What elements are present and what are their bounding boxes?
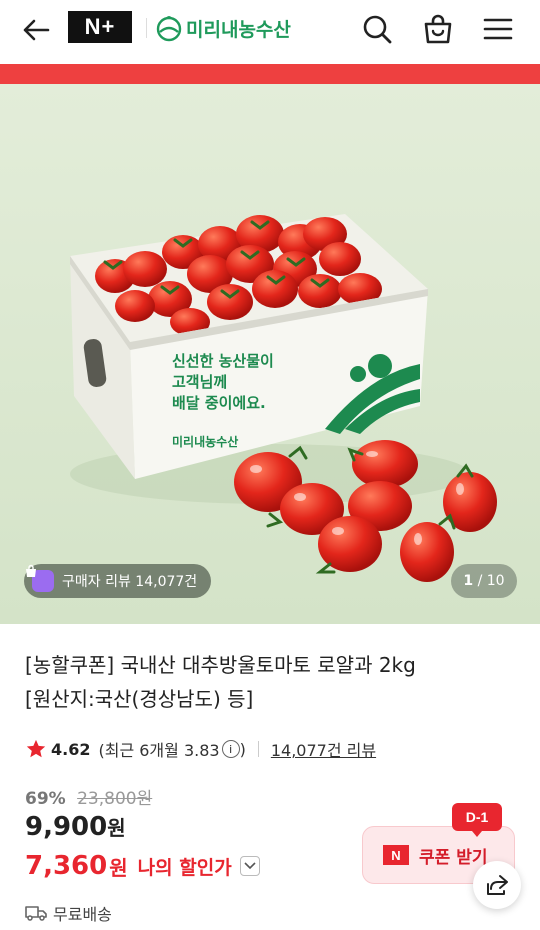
shipping-label: 무료배송 bbox=[53, 905, 112, 924]
rating-divider bbox=[257, 741, 259, 757]
rating-value: 4.62 bbox=[51, 739, 91, 759]
sale-price: 9,900원 bbox=[25, 812, 126, 842]
truck-icon bbox=[25, 906, 47, 921]
search-icon[interactable] bbox=[358, 10, 396, 48]
info-icon[interactable]: i bbox=[221, 740, 240, 758]
share-button[interactable] bbox=[473, 861, 521, 909]
shopping-bag-icon bbox=[26, 564, 54, 592]
star-icon bbox=[26, 739, 46, 758]
rating-row: 4.62 (최근 6개월 3.83 i ) 14,077건 리뷰 bbox=[25, 735, 376, 763]
back-arrow-icon[interactable] bbox=[18, 12, 54, 48]
my-discount-price-unit: 원 bbox=[109, 855, 128, 880]
top-navigation-bar: N+ 미리내농수산 bbox=[0, 0, 540, 62]
promo-banner-strip[interactable] bbox=[0, 64, 540, 84]
store-name[interactable]: 미리내농수산 bbox=[186, 15, 291, 42]
recent-rating-prefix: (최근 6개월 3.83 bbox=[98, 741, 220, 760]
discount-percent: 69% bbox=[25, 789, 66, 809]
share-icon bbox=[487, 875, 508, 895]
total-image-count: 10 bbox=[486, 573, 505, 589]
chevron-down-icon[interactable] bbox=[239, 856, 260, 876]
review-count-link[interactable]: 14,077건 리뷰 bbox=[271, 737, 376, 761]
header-divider bbox=[146, 18, 147, 38]
box-print-brand: 미리내농수산 bbox=[172, 434, 238, 449]
buyer-review-count-pill[interactable]: 구매자 리뷰 14,077건 bbox=[24, 564, 212, 598]
review-pill-label: 구매자 리뷰 14,077건 bbox=[62, 574, 198, 590]
product-title: [농할쿠폰] 국내산 대추방울토마토 로얄과 2kg [원산지:국산(경상남도)… bbox=[25, 648, 525, 716]
hamburger-menu-icon[interactable] bbox=[479, 10, 517, 48]
product-photo: 신선한 농산물이 고객님께 배달 중이에요. 미리내농수산 bbox=[0, 84, 540, 624]
box-print-line-2: 고객님께 bbox=[172, 373, 227, 391]
sale-price-unit: 원 bbox=[107, 816, 126, 840]
coupon-button-label: 쿠폰 받기 bbox=[419, 847, 488, 868]
shipping-info: 무료배송 bbox=[25, 901, 112, 925]
shopping-bag-icon[interactable] bbox=[419, 10, 457, 48]
store-logo-icon[interactable] bbox=[156, 12, 182, 44]
discount-row: 69% 23,800원 bbox=[25, 784, 152, 809]
recent-rating-suffix: ) bbox=[239, 739, 246, 759]
my-discount-price-row[interactable]: 7,360 원 나의 할인가 bbox=[25, 851, 260, 881]
d-day-badge: D-1 bbox=[452, 803, 502, 837]
image-page-indicator: 1 / 10 bbox=[451, 564, 517, 598]
product-title-line-2: [원산지:국산(경상남도) 등] bbox=[25, 687, 254, 711]
box-print-line-1: 신선한 농산물이 bbox=[172, 352, 274, 370]
original-price: 23,800원 bbox=[77, 789, 153, 809]
box-print-line-3: 배달 중이에요. bbox=[172, 394, 266, 412]
naver-n-icon: N bbox=[383, 845, 409, 865]
naver-plus-logo[interactable]: N+ bbox=[68, 11, 132, 43]
my-discount-price-label: 나의 할인가 bbox=[137, 856, 232, 879]
current-image-index: 1 bbox=[463, 573, 474, 589]
sale-price-value: 9,900 bbox=[25, 812, 108, 842]
product-image-carousel[interactable]: 신선한 농산물이 고객님께 배달 중이에요. 미리내농수산 구매자 리뷰 14,… bbox=[0, 84, 540, 624]
product-title-line-1: [농할쿠폰] 국내산 대추방울토마토 로얄과 2kg bbox=[25, 653, 416, 677]
my-discount-price: 7,360 bbox=[25, 851, 108, 881]
